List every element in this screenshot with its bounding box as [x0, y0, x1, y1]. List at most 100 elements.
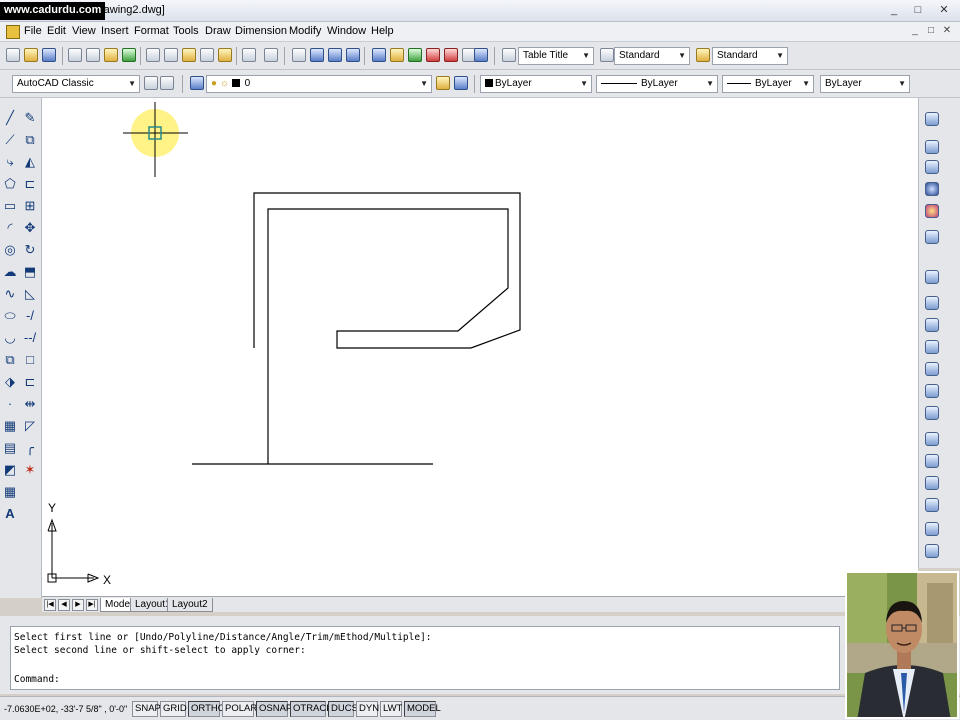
box-icon[interactable]	[925, 140, 939, 154]
mirror-icon[interactable]: ◭	[22, 154, 38, 170]
linetype-dropdown[interactable]: ByLayer ▼	[596, 75, 718, 93]
3d-move-icon[interactable]	[925, 498, 939, 512]
table-style-icon[interactable]	[502, 48, 516, 62]
revolve-icon[interactable]	[925, 362, 939, 376]
help-icon[interactable]	[474, 48, 488, 62]
intersect-icon[interactable]	[925, 476, 939, 490]
grid-toggle[interactable]: GRID	[160, 701, 187, 717]
new-icon[interactable]	[6, 48, 20, 62]
sphere-icon[interactable]	[925, 182, 939, 196]
menu-edit[interactable]: Edit	[47, 25, 66, 37]
maximize-button[interactable]: □	[908, 3, 928, 18]
publish-icon[interactable]	[104, 48, 118, 62]
trim-icon[interactable]: -/	[22, 308, 38, 324]
tool-palettes-icon[interactable]	[408, 48, 422, 62]
markup-icon[interactable]	[444, 48, 458, 62]
otrack-toggle[interactable]: OTRACK	[290, 701, 333, 717]
subtract-icon[interactable]	[925, 454, 939, 468]
move-icon[interactable]: ✥	[22, 220, 38, 236]
3d-align-icon[interactable]	[925, 522, 939, 536]
menu-format[interactable]: Format	[134, 25, 169, 37]
menu-view[interactable]: View	[72, 25, 96, 37]
paste-icon[interactable]	[182, 48, 196, 62]
extrude-icon[interactable]	[925, 296, 939, 310]
sheet-set-icon[interactable]	[426, 48, 440, 62]
copy-clip-icon[interactable]	[164, 48, 178, 62]
rotate-icon[interactable]: ↻	[22, 242, 38, 258]
slice-icon[interactable]	[925, 406, 939, 420]
region-icon[interactable]: ◩	[2, 462, 18, 478]
join-icon[interactable]: ⇹	[22, 396, 38, 412]
polyline-icon[interactable]: ⤷	[2, 154, 18, 170]
doc-close-button[interactable]: ✕	[940, 25, 954, 39]
command-history[interactable]: Select first line or [Undo/Polyline/Dist…	[10, 626, 840, 690]
model-toggle[interactable]: MODEL	[404, 701, 441, 717]
ellipse-arc-icon[interactable]: ◡	[2, 330, 18, 346]
minimize-button[interactable]: _	[884, 3, 904, 18]
last-tab-icon[interactable]: ▶|	[86, 599, 98, 611]
layer-dropdown[interactable]: ● ☼ 0 ▼	[206, 75, 432, 93]
materials-icon[interactable]	[925, 230, 939, 244]
plot-preview-icon[interactable]	[86, 48, 100, 62]
prev-tab-icon[interactable]: ◀	[58, 599, 70, 611]
array-icon[interactable]: ⊞	[22, 198, 38, 214]
match-properties-icon[interactable]	[200, 48, 214, 62]
erase-icon[interactable]: ✎	[22, 110, 38, 126]
construction-line-icon[interactable]: ⟋	[2, 132, 18, 148]
offset-icon[interactable]: ⊏	[22, 176, 38, 192]
workspace-dropdown[interactable]: AutoCAD Classic ▼	[12, 75, 140, 93]
text-style-dropdown[interactable]: Standard ▼	[614, 47, 690, 65]
ucs-world-icon[interactable]	[925, 270, 939, 284]
table-style-dropdown[interactable]: Table Title ▼	[518, 47, 594, 65]
rectangle-icon[interactable]: ▭	[2, 198, 18, 214]
menu-tools[interactable]: Tools	[173, 25, 199, 37]
text-icon[interactable]: A	[2, 506, 18, 522]
break-at-point-icon[interactable]: □	[22, 352, 38, 368]
insert-block-icon[interactable]: ⧉	[2, 352, 18, 368]
3d-array-icon[interactable]	[925, 544, 939, 558]
save-workspace-icon[interactable]	[160, 76, 174, 90]
spline-icon[interactable]: ∿	[2, 286, 18, 302]
cut-icon[interactable]	[146, 48, 160, 62]
presspull-icon[interactable]	[925, 318, 939, 332]
explode-icon[interactable]: ✶	[22, 462, 38, 478]
menu-insert[interactable]: Insert	[101, 25, 129, 37]
pan-icon[interactable]	[292, 48, 306, 62]
circle-icon[interactable]: ◎	[2, 242, 18, 258]
wedge-icon[interactable]	[925, 160, 939, 174]
fillet-icon[interactable]: ╭	[22, 440, 38, 456]
menu-dimension[interactable]: Dimension	[235, 25, 287, 37]
layer-manager-icon[interactable]	[190, 76, 204, 90]
scale-icon[interactable]: ⬒	[22, 264, 38, 280]
3d-dwf-icon[interactable]	[122, 48, 136, 62]
dim-style-dropdown[interactable]: Standard ▼	[712, 47, 788, 65]
zoom-window-icon[interactable]	[328, 48, 342, 62]
plotstyle-dropdown[interactable]: ByLayer ▼	[820, 75, 910, 93]
menu-file[interactable]: File	[24, 25, 42, 37]
tab-layout2[interactable]: Layout2	[167, 598, 213, 612]
point-icon[interactable]: ·	[2, 396, 18, 412]
dyn-toggle[interactable]: DYN	[356, 701, 379, 717]
gradient-icon[interactable]: ▤	[2, 440, 18, 456]
menu-window[interactable]: Window	[327, 25, 366, 37]
layer-previous-icon[interactable]	[454, 76, 468, 90]
block-editor-icon[interactable]	[218, 48, 232, 62]
menu-modify[interactable]: Modify	[289, 25, 321, 37]
zoom-previous-icon[interactable]	[346, 48, 360, 62]
break-icon[interactable]: ⊏	[22, 374, 38, 390]
render-icon[interactable]	[925, 204, 939, 218]
ellipse-icon[interactable]: ⬭	[2, 308, 18, 324]
next-tab-icon[interactable]: ▶	[72, 599, 84, 611]
first-tab-icon[interactable]: |◀	[44, 599, 56, 611]
coordinate-readout[interactable]: -7.0630E+02, -33'-7 5/8" , 0'-0"	[4, 701, 127, 717]
redo-icon[interactable]	[264, 48, 278, 62]
union-icon[interactable]	[925, 432, 939, 446]
dim-style-icon[interactable]	[696, 48, 710, 62]
color-dropdown[interactable]: ByLayer ▼	[480, 75, 592, 93]
make-block-icon[interactable]: ⬗	[2, 374, 18, 390]
snap-toggle[interactable]: SNAP	[132, 701, 161, 717]
ducs-toggle[interactable]: DUCS	[328, 701, 358, 717]
command-prompt[interactable]: Command:	[14, 673, 60, 686]
sweep-icon[interactable]	[925, 340, 939, 354]
workspace-settings-icon[interactable]	[144, 76, 158, 90]
